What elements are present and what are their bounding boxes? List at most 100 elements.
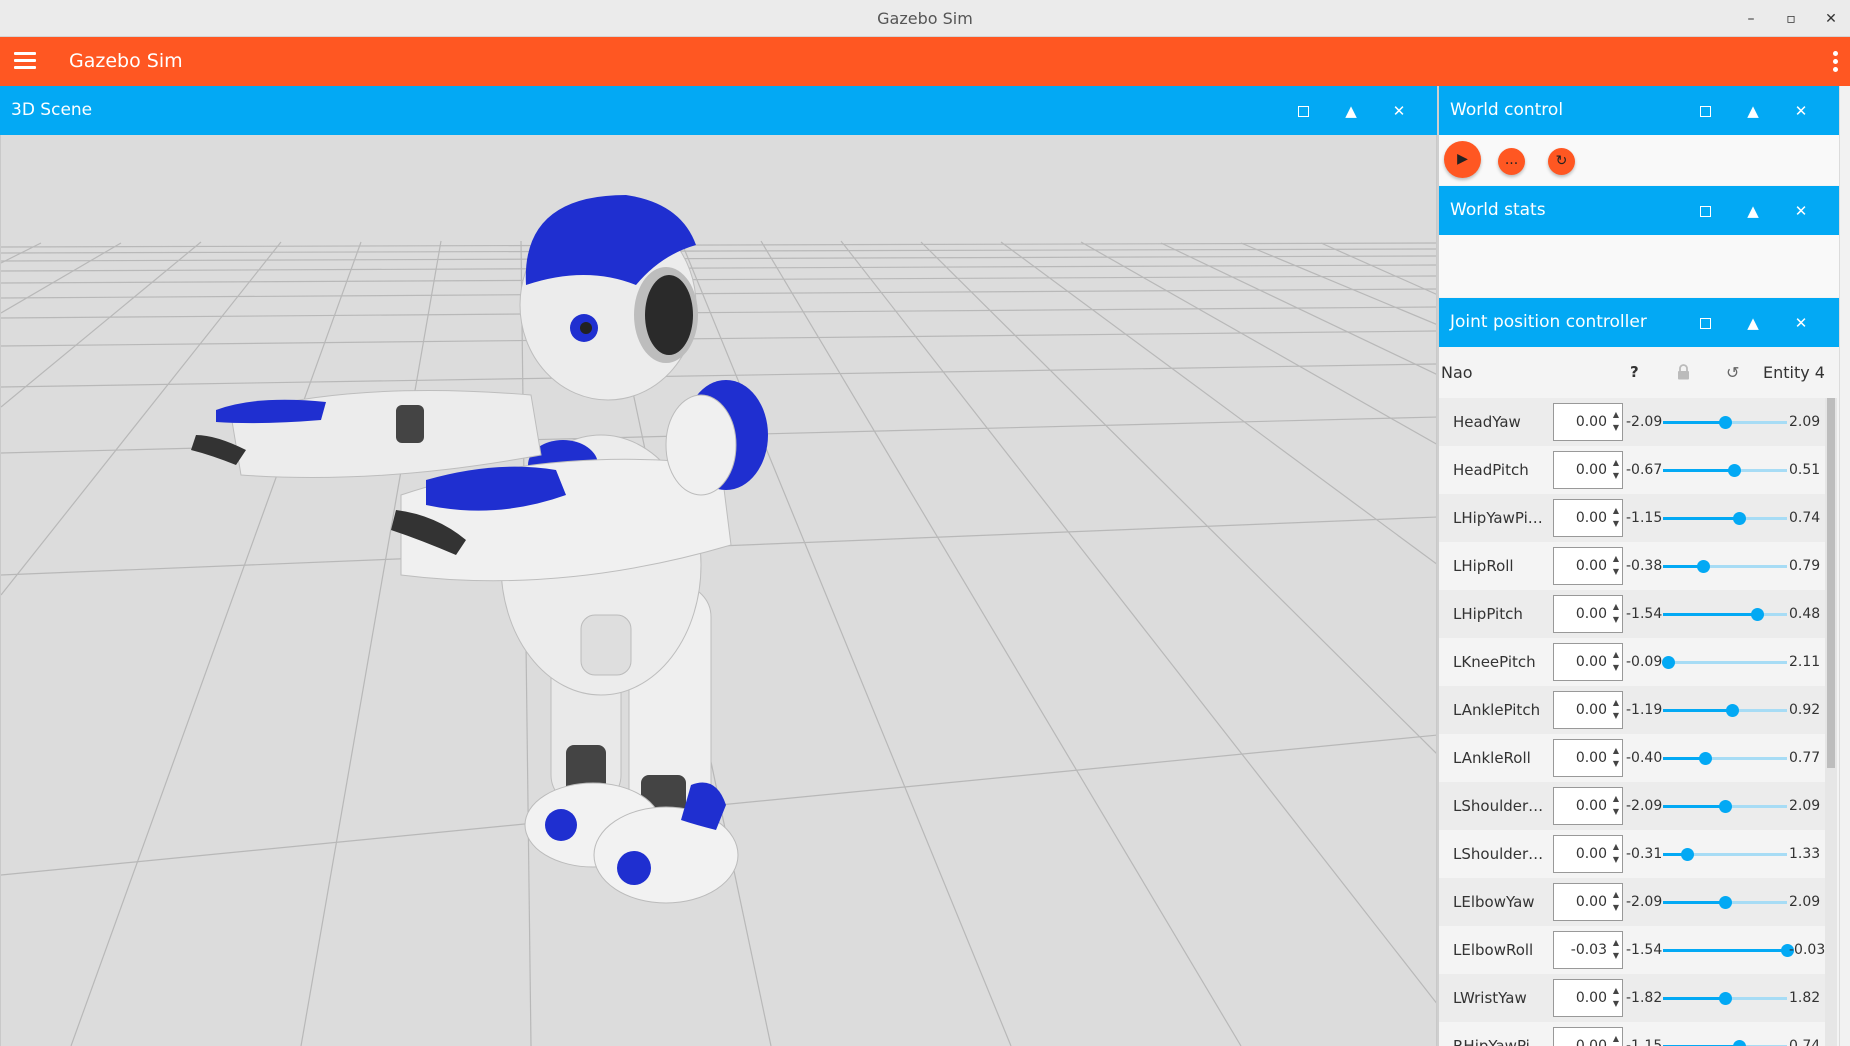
maximize-icon[interactable] xyxy=(1279,102,1327,120)
spin-arrows-icon[interactable]: ▲▼ xyxy=(1613,408,1619,434)
joint-min: -2.09 xyxy=(1626,414,1663,430)
close-icon[interactable]: ✕ xyxy=(1777,314,1825,332)
minimize-window-button[interactable]: – xyxy=(1740,11,1762,27)
spin-arrows-icon[interactable]: ▲▼ xyxy=(1613,792,1619,818)
joint-max: 0.92 xyxy=(1789,702,1821,718)
joint-slider[interactable] xyxy=(1663,752,1787,765)
3d-scene-viewport[interactable] xyxy=(0,135,1437,1046)
close-icon[interactable]: ✕ xyxy=(1777,202,1825,220)
joint-value[interactable]: 0.00 xyxy=(1554,596,1607,632)
joint-slider[interactable] xyxy=(1663,848,1787,861)
joint-name: LShoulderPi… xyxy=(1453,797,1548,815)
spin-arrows-icon[interactable]: ▲▼ xyxy=(1613,696,1619,722)
joint-slider[interactable] xyxy=(1663,944,1794,957)
close-window-button[interactable]: ✕ xyxy=(1820,11,1842,27)
joint-slider[interactable] xyxy=(1663,704,1787,717)
joint-value-spinbox[interactable]: 0.00▲▼ xyxy=(1553,739,1623,777)
nao-robot-model[interactable] xyxy=(191,195,768,904)
joint-value-spinbox[interactable]: 0.00▲▼ xyxy=(1553,691,1623,729)
collapse-icon[interactable]: ▲ xyxy=(1327,102,1375,120)
joint-slider[interactable] xyxy=(1663,896,1787,909)
joint-max: 0.77 xyxy=(1789,750,1821,766)
joint-list-scrollbar[interactable] xyxy=(1825,398,1837,1046)
play-button[interactable]: ▶ xyxy=(1444,141,1481,178)
help-button[interactable]: ? xyxy=(1630,347,1639,398)
spin-arrows-icon[interactable]: ▲▼ xyxy=(1613,552,1619,578)
spin-arrows-icon[interactable]: ▲▼ xyxy=(1613,888,1619,914)
close-icon[interactable]: ✕ xyxy=(1375,102,1423,120)
slider-handle[interactable] xyxy=(1719,800,1732,813)
joint-value-spinbox[interactable]: 0.00▲▼ xyxy=(1553,595,1623,633)
joint-slider[interactable] xyxy=(1661,656,1787,669)
slider-handle[interactable] xyxy=(1680,848,1694,861)
collapse-icon[interactable]: ▲ xyxy=(1729,314,1777,332)
collapse-icon[interactable]: ▲ xyxy=(1729,202,1777,220)
slider-handle[interactable] xyxy=(1696,560,1710,573)
slider-handle[interactable] xyxy=(1719,992,1732,1005)
kebab-icon[interactable] xyxy=(1833,51,1838,75)
spin-arrows-icon[interactable]: ▲▼ xyxy=(1613,744,1619,770)
joint-value[interactable]: 0.00 xyxy=(1554,1028,1607,1046)
spin-arrows-icon[interactable]: ▲▼ xyxy=(1613,840,1619,866)
spin-arrows-icon[interactable]: ▲▼ xyxy=(1613,936,1619,962)
joint-value-spinbox[interactable]: 0.00▲▼ xyxy=(1553,451,1623,489)
spin-arrows-icon[interactable]: ▲▼ xyxy=(1613,648,1619,674)
maximize-icon[interactable] xyxy=(1681,202,1729,220)
step-button[interactable]: ... xyxy=(1498,148,1525,175)
joint-value[interactable]: 0.00 xyxy=(1554,452,1607,488)
joint-value[interactable]: 0.00 xyxy=(1554,404,1607,440)
spin-arrows-icon[interactable]: ▲▼ xyxy=(1613,984,1619,1010)
joint-value[interactable]: 0.00 xyxy=(1554,500,1607,536)
joint-value-spinbox[interactable]: 0.00▲▼ xyxy=(1553,979,1623,1017)
slider-handle[interactable] xyxy=(1732,1040,1746,1046)
collapse-icon[interactable]: ▲ xyxy=(1729,102,1777,120)
joint-value-spinbox[interactable]: 0.00 ▲▼ xyxy=(1553,1027,1623,1046)
joint-value[interactable]: 0.00 xyxy=(1554,644,1607,680)
joint-slider[interactable] xyxy=(1663,512,1787,525)
scrollbar-thumb[interactable] xyxy=(1827,398,1835,768)
slider-handle[interactable] xyxy=(1719,896,1732,909)
maximize-icon[interactable] xyxy=(1681,314,1729,332)
slider-handle[interactable] xyxy=(1719,416,1732,429)
joint-value-spinbox[interactable]: 0.00▲▼ xyxy=(1553,787,1623,825)
joint-value-spinbox[interactable]: 0.00▲▼ xyxy=(1553,403,1623,441)
joint-slider[interactable] xyxy=(1663,800,1787,813)
restore-window-button[interactable]: ▫ xyxy=(1780,11,1802,27)
slider-handle[interactable] xyxy=(1699,752,1713,765)
spin-arrows-icon[interactable]: ▲▼ xyxy=(1613,456,1619,482)
spin-arrows-icon[interactable]: ▲▼ xyxy=(1613,504,1619,530)
joint-slider[interactable] xyxy=(1663,608,1787,621)
joint-value[interactable]: 0.00 xyxy=(1554,740,1607,776)
slider-handle[interactable] xyxy=(1726,704,1740,717)
joint-slider[interactable] xyxy=(1663,464,1787,477)
joint-value[interactable]: -0.03 xyxy=(1554,932,1607,968)
reset-joints-icon[interactable]: ↺ xyxy=(1726,347,1739,398)
joint-slider[interactable] xyxy=(1663,992,1787,1005)
joint-value-spinbox[interactable]: 0.00▲▼ xyxy=(1553,547,1623,585)
hamburger-icon[interactable] xyxy=(14,52,36,70)
spin-arrows-icon[interactable]: ▲▼ xyxy=(1613,600,1619,626)
joint-value[interactable]: 0.00 xyxy=(1554,788,1607,824)
joint-value-spinbox[interactable]: -0.03 ▲ ▼ xyxy=(1553,931,1623,969)
close-icon[interactable]: ✕ xyxy=(1777,102,1825,120)
joint-value-spinbox[interactable]: 0.00▲▼ xyxy=(1553,499,1623,537)
joint-value-spinbox[interactable]: 0.00▲▼ xyxy=(1553,643,1623,681)
joint-value-spinbox[interactable]: 0.00▲▼ xyxy=(1553,835,1623,873)
joint-slider[interactable] xyxy=(1663,560,1787,573)
joint-slider[interactable] xyxy=(1663,416,1787,429)
maximize-icon[interactable] xyxy=(1681,102,1729,120)
joint-value-spinbox[interactable]: 0.00▲▼ xyxy=(1553,883,1623,921)
joint-value[interactable]: 0.00 xyxy=(1554,884,1607,920)
joint-value[interactable]: 0.00 xyxy=(1554,836,1607,872)
lock-icon[interactable] xyxy=(1677,364,1690,380)
reset-button[interactable]: ↻ xyxy=(1548,148,1575,175)
world-control-title: World control xyxy=(1450,100,1564,120)
joint-value[interactable]: 0.00 xyxy=(1554,692,1607,728)
slider-handle[interactable] xyxy=(1727,464,1741,477)
slider-handle[interactable] xyxy=(1661,656,1675,669)
spin-arrows-icon[interactable]: ▲▼ xyxy=(1613,1032,1619,1046)
slider-handle[interactable] xyxy=(1751,608,1765,621)
joint-value[interactable]: 0.00 xyxy=(1554,980,1607,1016)
joint-value[interactable]: 0.00 xyxy=(1554,548,1607,584)
slider-handle[interactable] xyxy=(1732,512,1746,525)
